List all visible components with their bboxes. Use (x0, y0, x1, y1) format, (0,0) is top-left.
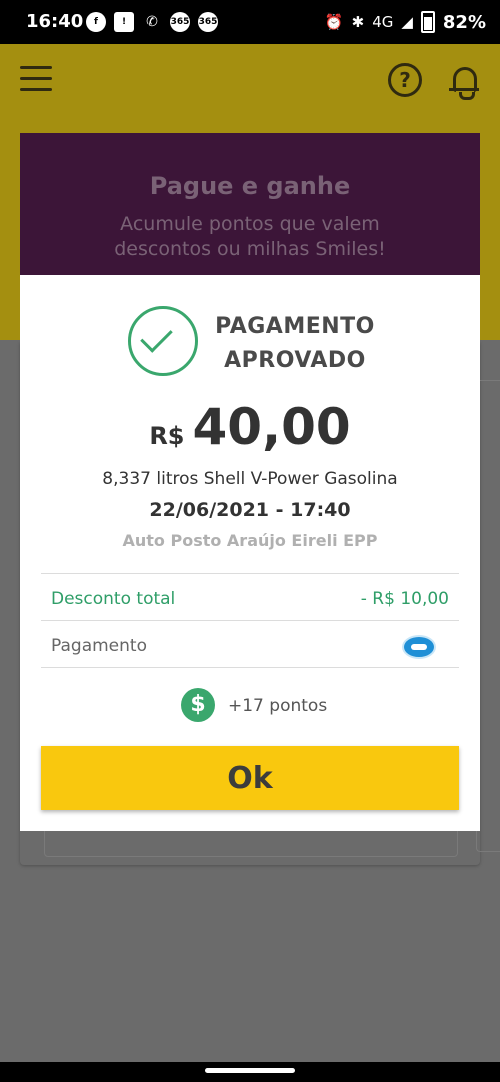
divider (41, 620, 459, 621)
home-gesture-handle[interactable] (205, 1068, 295, 1073)
payment-amount: R$ 40,00 (0, 398, 500, 456)
promo-subtitle-line2: descontos ou milhas Smiles! (114, 238, 386, 260)
amount-value: 40,00 (192, 398, 351, 456)
discount-label: Desconto total (51, 589, 176, 609)
help-icon[interactable]: ? (388, 63, 422, 97)
coin-icon: $ (181, 688, 215, 722)
menu-icon[interactable] (20, 66, 52, 92)
points-earned: +17 pontos (228, 696, 328, 716)
status-line2: APROVADO (224, 348, 366, 373)
divider (41, 667, 459, 668)
facebook-icon: f (86, 12, 106, 32)
app-icon: ! (114, 12, 134, 32)
status-line1: PAGAMENTO (215, 314, 375, 339)
currency-symbol: R$ (149, 422, 185, 450)
mercado-pago-icon (402, 635, 436, 659)
system-icons: ⏰ ✱ 4G ◢ 82% (325, 11, 486, 33)
payment-status-title: PAGAMENTO APROVADO (205, 310, 385, 378)
status-bar: 16:40 f ! ✆ 365 365 ⏰ ✱ 4G ◢ 82% (0, 0, 500, 44)
notification-bell-icon[interactable] (449, 63, 479, 100)
notification-icons: f ! ✆ 365 365 (86, 12, 218, 32)
battery-icon (420, 11, 435, 33)
status-time: 16:40 (26, 11, 84, 32)
station-name: Auto Posto Araújo Eireli EPP (122, 531, 378, 550)
signal-icon: ◢ (401, 13, 413, 31)
365-icon: 365 (170, 12, 190, 32)
bluetooth-icon: ✱ (351, 13, 365, 31)
alarm-icon: ⏰ (324, 13, 344, 31)
365-icon: 365 (198, 12, 218, 32)
phone-icon: ✆ (146, 14, 158, 30)
battery-percent: 82% (442, 11, 486, 33)
promo-subtitle: Acumule pontos que valem descontos ou mi… (0, 212, 500, 262)
network-label: 4G (372, 13, 394, 31)
payment-label: Pagamento (51, 636, 147, 656)
promo-title: Pague e ganhe (149, 172, 351, 200)
product-description: 8,337 litros Shell V-Power Gasolina (102, 469, 398, 489)
ok-button[interactable]: Ok (41, 746, 459, 810)
divider (41, 573, 459, 574)
promo-subtitle-line1: Acumule pontos que valem (120, 213, 380, 235)
transaction-datetime: 22/06/2021 - 17:40 (149, 499, 351, 521)
discount-value: - R$ 10,00 (360, 589, 449, 609)
